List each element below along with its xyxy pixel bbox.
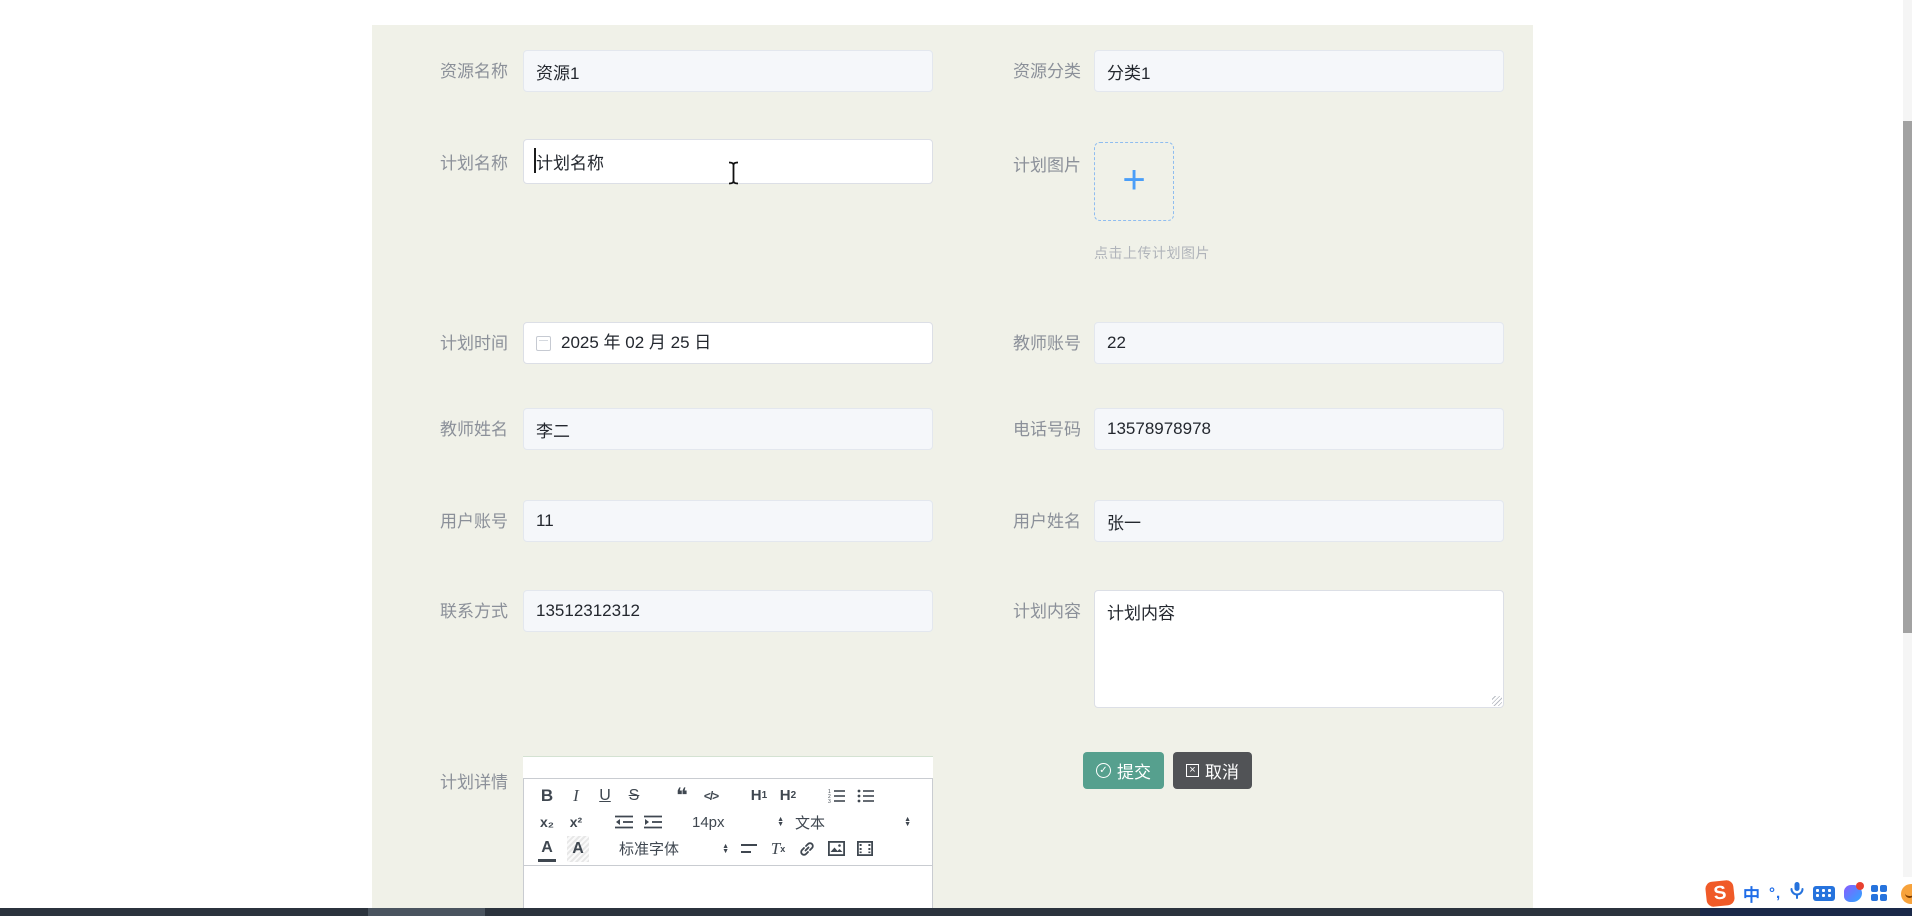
plan-detail-label: 计划详情 [348,772,508,794]
link-icon[interactable] [798,837,816,861]
image-icon[interactable] [827,837,845,861]
cancel-button[interactable]: × 取消 [1173,752,1252,789]
textarea-resize-handle[interactable] [1492,696,1502,706]
code-block-button[interactable]: </> [702,784,720,808]
blockquote-button[interactable]: ❝ [673,784,691,808]
plan-content-textarea[interactable]: 计划内容 [1094,590,1504,708]
phone-number-input[interactable] [1094,408,1504,450]
ordered-list-icon[interactable]: 123 [827,784,845,808]
toolbar-row-2: x₂ x² 14px ▲▼ 文本 ▲▼ [538,809,918,835]
updown-arrows-icon: ▲▼ [904,817,911,827]
underline-button[interactable]: U [596,784,614,808]
text-background-button[interactable]: A [567,836,589,862]
resource-name-label: 资源名称 [348,61,508,83]
resource-name-input[interactable] [523,50,933,92]
submit-label: 提交 [1117,758,1151,783]
horizontal-scrollbar-thumb[interactable] [368,908,485,916]
plan-time-value: 2025 年 02 月 25 日 [561,323,711,363]
upload-hint-text: 点击上传计划图片 [1094,243,1210,263]
bottom-bar-right-segment [1700,908,1912,916]
microphone-icon[interactable] [1790,881,1804,905]
horizontal-scrollbar-track[interactable] [0,908,1912,916]
ime-skin-icon[interactable] [1844,885,1862,902]
text-color-button[interactable]: A [538,835,556,862]
phone-number-label: 电话号码 [921,419,1081,441]
user-name-input[interactable] [1094,500,1504,542]
resource-category-input[interactable] [1094,50,1504,92]
text-caret [534,148,536,173]
punctuation-mode-icon[interactable]: °, [1769,885,1781,902]
cancel-label: 取消 [1205,758,1239,783]
teacher-name-label: 教师姓名 [348,419,508,441]
teacher-name-input[interactable] [523,408,933,450]
mouse-ibeam-cursor [727,161,740,190]
plan-image-upload[interactable]: + [1094,142,1174,221]
header1-button[interactable]: H1 [750,784,768,808]
bullet-list-icon[interactable] [856,784,874,808]
ime-toolbox-icon[interactable] [1871,885,1887,901]
ime-toolbar: S 中 °, [1706,879,1887,907]
strike-button[interactable]: S [625,784,643,808]
calendar-icon [536,336,551,351]
plan-name-label: 计划名称 [348,153,508,175]
updown-arrows-icon: ▲▼ [722,844,729,854]
plus-icon: + [1122,160,1145,200]
outdent-icon[interactable] [615,810,633,834]
indent-icon[interactable] [644,810,662,834]
user-account-input[interactable] [523,500,933,542]
editor-top-strip [523,756,933,778]
submit-button[interactable]: ✓ 提交 [1083,752,1164,789]
plan-time-picker[interactable]: 2025 年 02 月 25 日 [523,322,933,364]
italic-button[interactable]: I [567,784,585,808]
contact-input[interactable] [523,590,933,632]
contact-label: 联系方式 [348,601,508,623]
svg-text:3: 3 [828,799,831,804]
teacher-account-input[interactable] [1094,322,1504,364]
chinese-mode-icon[interactable]: 中 [1743,881,1760,906]
resource-category-label: 资源分类 [921,61,1081,83]
editor-content-area[interactable] [523,866,933,911]
bold-button[interactable]: B [538,784,556,808]
video-icon[interactable] [856,837,874,861]
x-square-icon: × [1186,764,1199,777]
subscript-button[interactable]: x₂ [538,810,556,834]
user-account-label: 用户账号 [348,511,508,533]
virtual-keyboard-icon[interactable] [1813,886,1835,901]
teacher-account-label: 教师账号 [921,333,1081,355]
sogou-logo-icon[interactable]: S [1705,879,1735,907]
user-name-label: 用户姓名 [921,511,1081,533]
superscript-button[interactable]: x² [567,810,585,834]
toolbar-row-3: A A 标准字体 ▲▼ Tx [538,836,918,862]
editor-toolbar: B I U S ❝ </> H1 H2 123 x₂ x² 14px ▲▼ [523,778,933,866]
font-size-dropdown[interactable]: 14px ▲▼ [692,814,784,831]
font-family-dropdown[interactable]: 标准字体 ▲▼ [619,838,729,859]
updown-arrows-icon: ▲▼ [777,817,784,827]
toolbar-row-1: B I U S ❝ </> H1 H2 123 [538,783,918,809]
align-icon[interactable] [740,837,758,861]
plan-content-label: 计划内容 [921,601,1081,623]
plan-image-label: 计划图片 [921,155,1081,177]
header2-button[interactable]: H2 [779,784,797,808]
check-circle-icon: ✓ [1096,763,1111,778]
emoji-icon[interactable] [1901,884,1912,904]
plan-time-label: 计划时间 [348,333,508,355]
clear-format-button[interactable]: Tx [769,837,787,861]
paragraph-dropdown[interactable]: 文本 ▲▼ [795,812,911,833]
vertical-scrollbar-thumb[interactable] [1903,121,1912,633]
